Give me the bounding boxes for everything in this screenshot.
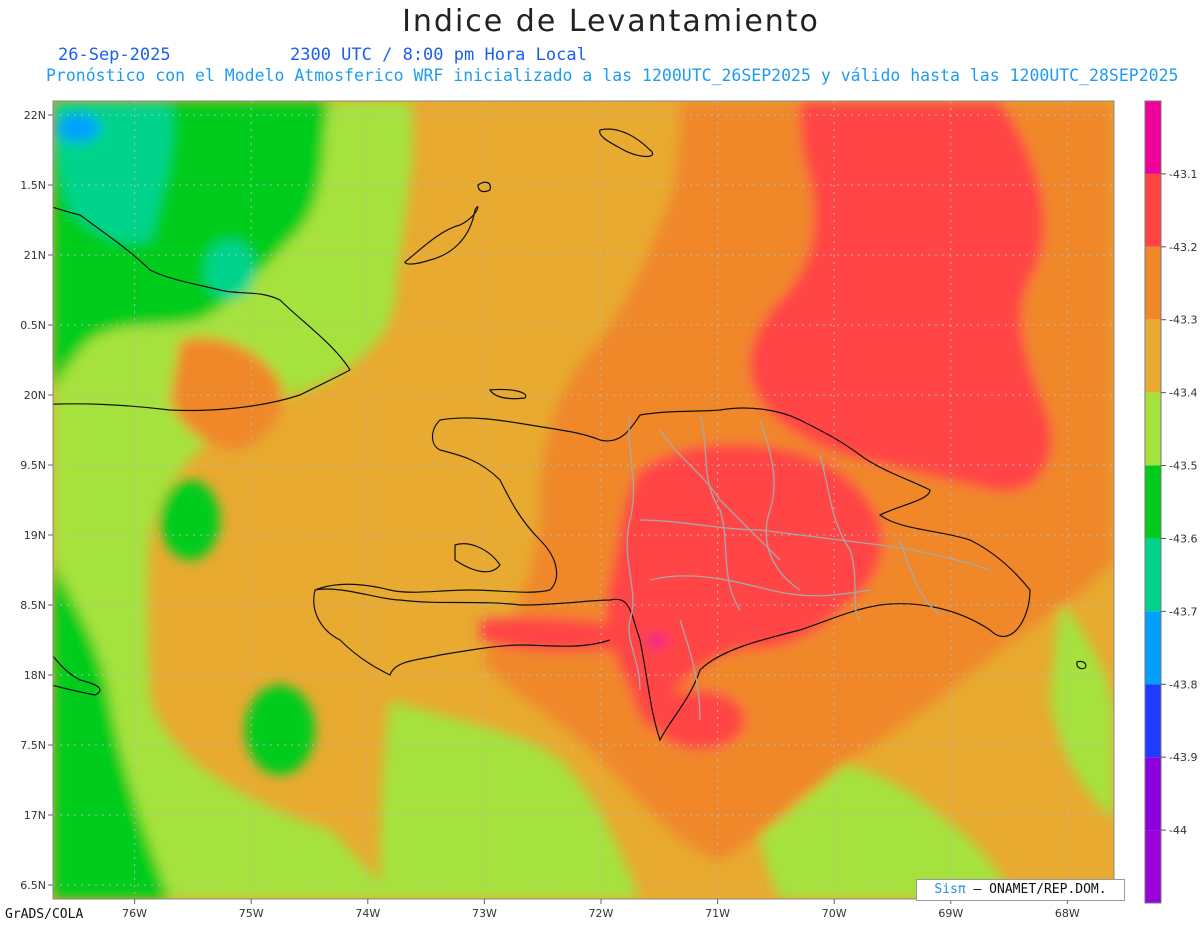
legend-label-2: -43.3: [1169, 314, 1197, 327]
lon-label-4: 72W: [589, 907, 614, 920]
lat-label-11: 6.5N: [20, 879, 46, 892]
legend-label-4: -43.5: [1169, 460, 1197, 473]
lon-label-5: 71W: [705, 907, 730, 920]
legend-swatch-9: [1145, 757, 1161, 831]
lat-label-8: 18N: [24, 669, 46, 682]
credit-text: – ONAMET/REP.DOM.: [973, 882, 1107, 897]
lon-label-2: 74W: [355, 907, 380, 920]
lat-label-10: 17N: [24, 809, 46, 822]
lat-label-2: 21N: [24, 249, 46, 262]
legend-swatch-4: [1145, 392, 1161, 466]
lat-label-7: 8.5N: [20, 599, 46, 612]
field-patch-green-2: [160, 480, 220, 560]
legend-swatch-5: [1145, 465, 1161, 539]
legend-swatch-10: [1145, 830, 1161, 903]
legend-label-5: -43.6: [1169, 532, 1197, 545]
legend-label-3: -43.4: [1169, 387, 1197, 400]
legend-swatch-3: [1145, 319, 1161, 393]
field-patch-teal-2: [205, 240, 255, 300]
legend-label-0: -43.1: [1169, 168, 1197, 181]
lon-label-8: 68W: [1055, 907, 1080, 920]
field-patch-blue: [56, 114, 100, 142]
legend-swatch-8: [1145, 684, 1161, 758]
lat-label-5: 9.5N: [20, 459, 46, 472]
lat-label-9: 7.5N: [20, 739, 46, 752]
credit-box: Sisπ – ONAMET/REP.DOM.: [916, 879, 1125, 901]
lat-label-0: 22N: [24, 109, 46, 122]
field-patch-green-1: [245, 685, 315, 775]
lifted-index-map: 76W 75W 74W 73W 72W 71W 70W 69W 68W 22N 1.5N 21N 0.5…: [20, 100, 1197, 920]
lon-label-6: 70W: [822, 907, 847, 920]
legend-swatch-6: [1145, 538, 1161, 612]
legend-label-9: -44: [1169, 824, 1187, 837]
grads-footer: GrADS/COLA: [5, 907, 84, 922]
lon-label-7: 69W: [938, 907, 963, 920]
lat-label-1: 1.5N: [20, 179, 46, 192]
legend-label-7: -43.8: [1169, 678, 1197, 691]
legend-label-1: -43.2: [1169, 241, 1197, 254]
field-patch-magenta: [647, 635, 667, 647]
legend-swatch-2: [1145, 246, 1161, 320]
lat-label-4: 20N: [24, 389, 46, 402]
lat-label-3: 0.5N: [20, 319, 46, 332]
legend-swatch-7: [1145, 611, 1161, 685]
lon-label-1: 75W: [239, 907, 264, 920]
lon-label-0: 76W: [122, 907, 147, 920]
sis-brand: Sisπ: [934, 882, 966, 897]
lon-label-3: 73W: [472, 907, 497, 920]
legend-label-8: -43.9: [1169, 751, 1197, 764]
legend-label-6: -43.7: [1169, 605, 1197, 618]
field-layer: [53, 101, 1114, 899]
legend-swatch-1: [1145, 173, 1161, 247]
legend-swatch-0: [1145, 101, 1161, 174]
lat-label-6: 19N: [24, 529, 46, 542]
color-legend: -43.1 -43.2 -43.3 -43.4 -43.5 -43.6 -43.7 -43.8…: [1144, 100, 1197, 904]
